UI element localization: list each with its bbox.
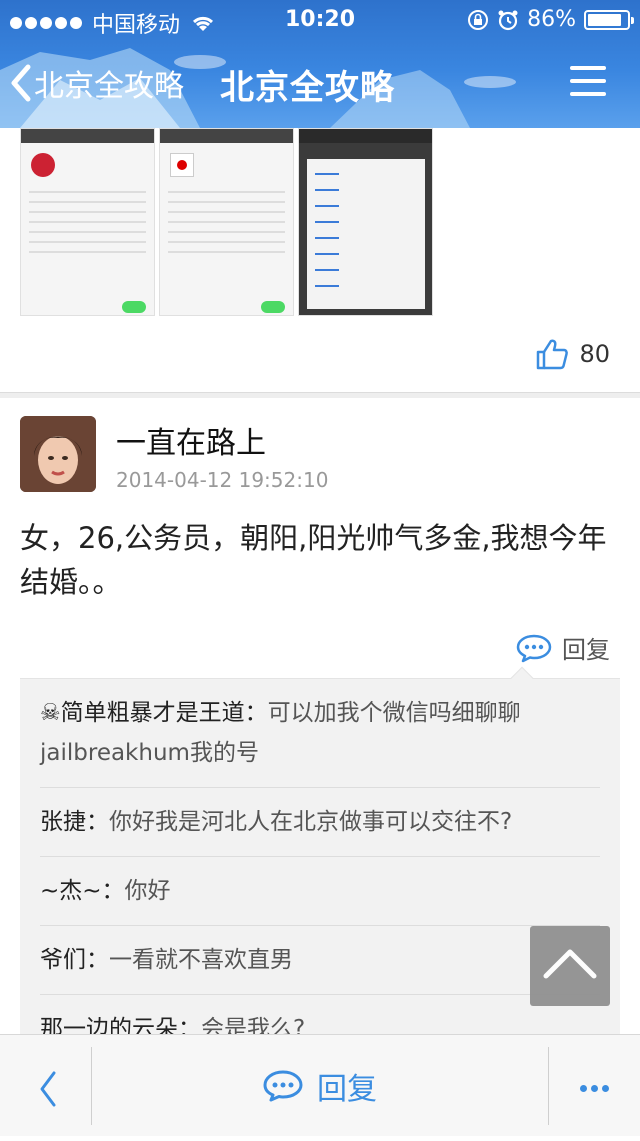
toolbar-reply-label: 回复 — [317, 1072, 377, 1107]
comment-item[interactable]: 爷们：一看就不喜欢直男 — [40, 926, 600, 995]
navigation-header: 中国移动 10:20 86% 北京全攻略 北京全攻略 — [0, 0, 640, 128]
comment-item[interactable]: 那一边的云朵：会是我么? — [40, 995, 600, 1034]
chevron-up-icon — [543, 949, 597, 979]
chevron-left-icon — [40, 1071, 56, 1107]
comment-icon — [263, 1070, 303, 1102]
more-dots-icon — [578, 1077, 611, 1096]
section-divider — [0, 392, 640, 398]
comment-author: 爷们： — [40, 947, 109, 973]
comment-text: 一看就不喜欢直男 — [109, 947, 293, 973]
comment-author: ~杰~： — [40, 878, 125, 904]
thumbs-up-icon — [537, 339, 569, 370]
menu-icon — [570, 66, 606, 70]
comment-item[interactable]: 张捷：你好我是河北人在北京做事可以交往不? — [40, 788, 600, 857]
comment-text: 会是我么? — [201, 1016, 306, 1034]
attached-images — [20, 128, 433, 316]
attached-image[interactable] — [298, 128, 433, 316]
like-button[interactable]: 80 — [535, 338, 610, 370]
battery-percent: 86% — [527, 7, 576, 32]
scroll-to-top-button[interactable] — [530, 926, 610, 1006]
post-body: 女，26,公务员，朝阳,阳光帅气多金,我想今年结婚。。 — [20, 521, 607, 599]
page-title: 北京全攻略 — [220, 68, 395, 108]
comment-author: 张捷： — [40, 809, 109, 835]
avatar-image — [20, 416, 96, 492]
status-indicators: 86% — [467, 7, 634, 32]
post-detail-scroll[interactable]: 80 一直在路上 2014-04-12 19:52:10 女，26,公务员，朝阳… — [0, 128, 640, 1034]
toolbar-back-button[interactable] — [0, 1035, 92, 1137]
more-options-button[interactable] — [548, 1035, 640, 1137]
comment-text: 你好我是河北人在北京做事可以交往不? — [109, 809, 513, 835]
toolbar-reply-button[interactable]: 回复 — [92, 1035, 548, 1137]
like-count: 80 — [579, 340, 610, 368]
attached-image[interactable] — [159, 128, 294, 316]
status-bar: 中国移动 10:20 86% — [0, 0, 640, 40]
reply-button[interactable]: 回复 — [516, 630, 610, 665]
alarm-icon — [498, 10, 518, 30]
avatar[interactable] — [20, 416, 96, 492]
post-username[interactable]: 一直在路上 — [116, 418, 266, 462]
reply-label: 回复 — [562, 636, 610, 664]
comment-author: ☠简单粗暴才是王道： — [40, 700, 268, 726]
back-button-label: 北京全攻略 — [34, 69, 184, 104]
battery-icon — [584, 9, 634, 30]
rotation-lock-icon — [468, 9, 489, 30]
menu-button[interactable] — [570, 66, 606, 102]
comment-author: 那一边的云朵： — [40, 1016, 201, 1034]
comment-text: 你好 — [124, 878, 171, 904]
back-button[interactable]: 北京全攻略 — [10, 58, 184, 108]
comment-item[interactable]: ~杰~：你好 — [40, 857, 600, 926]
comment-item[interactable]: ☠简单粗暴才是王道：可以加我个微信吗细聊聊jailbreakhum我的号 — [40, 679, 600, 788]
comment-icon — [516, 634, 552, 662]
attached-image[interactable] — [20, 128, 155, 316]
chevron-left-icon — [11, 64, 31, 102]
bottom-toolbar: 回复 — [0, 1034, 640, 1136]
battery-fill — [588, 13, 621, 26]
post-timestamp: 2014-04-12 19:52:10 — [116, 468, 329, 492]
